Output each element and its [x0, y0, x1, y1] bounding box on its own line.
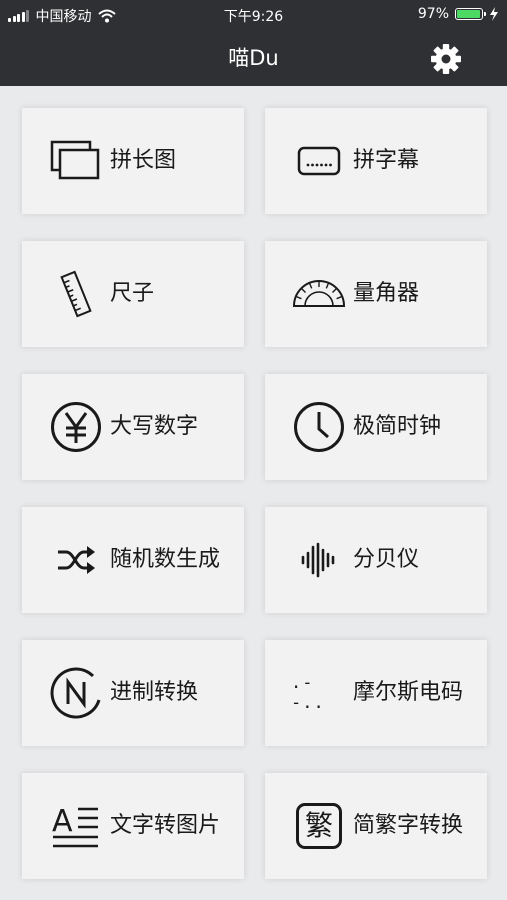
tool-label: 拼长图: [110, 148, 177, 173]
tool-card-traditional-simplified[interactable]: 繁 简繁字转换: [265, 773, 487, 879]
clock-icon: [291, 401, 347, 453]
tool-label: 文字转图片: [110, 813, 221, 838]
yuan-icon: [48, 401, 104, 453]
tool-label: 大写数字: [110, 414, 199, 439]
morse-icon: .- -..: [291, 667, 347, 719]
ruler-icon: [48, 268, 104, 320]
morse-text: .- -..: [291, 673, 325, 713]
tool-card-subtitles[interactable]: 拼字幕: [265, 108, 487, 214]
stacked-images-icon: [48, 135, 104, 187]
tool-card-long-image[interactable]: 拼长图: [22, 108, 244, 214]
nav-bar: 喵Du: [0, 30, 507, 86]
battery-icon: [455, 8, 486, 20]
status-bar: 中国移动 下午9:26 97%: [0, 0, 507, 30]
sound-wave-icon: [291, 534, 347, 586]
traditional-char-icon: 繁: [291, 800, 347, 852]
tool-card-capital-numbers[interactable]: 大写数字: [22, 374, 244, 480]
tool-label: 拼字幕: [353, 148, 420, 173]
text-to-image-icon: A: [48, 800, 104, 852]
tool-label: 摩尔斯电码: [353, 680, 464, 705]
tool-card-morse-code[interactable]: .- -.. 摩尔斯电码: [265, 640, 487, 746]
subtitle-icon: [291, 135, 347, 187]
tool-label: 随机数生成: [110, 547, 221, 572]
bolt-icon: [490, 7, 498, 21]
tool-label: 进制转换: [110, 680, 199, 705]
shuffle-icon: [48, 534, 104, 586]
tool-label: 分贝仪: [353, 547, 420, 572]
tool-card-base-conversion[interactable]: 进制转换: [22, 640, 244, 746]
tool-label: 简繁字转换: [353, 813, 464, 838]
status-right: 97%: [418, 6, 499, 22]
traditional-char: 繁: [304, 809, 333, 842]
tool-card-random-number[interactable]: 随机数生成: [22, 507, 244, 613]
gear-icon[interactable]: [429, 42, 463, 76]
tool-label: 极简时钟: [353, 414, 442, 439]
tool-card-minimal-clock[interactable]: 极简时钟: [265, 374, 487, 480]
tool-label: 量角器: [353, 281, 420, 306]
tool-card-decibel-meter[interactable]: 分贝仪: [265, 507, 487, 613]
tool-card-protractor[interactable]: 量角器: [265, 241, 487, 347]
protractor-icon: [291, 268, 347, 320]
base-convert-icon: [48, 667, 104, 719]
text-to-image-letter: A: [52, 804, 73, 839]
tool-card-ruler[interactable]: 尺子: [22, 241, 244, 347]
tool-card-text-to-image[interactable]: A 文字转图片: [22, 773, 244, 879]
tool-label: 尺子: [110, 281, 155, 306]
battery-percent: 97%: [417, 6, 449, 22]
